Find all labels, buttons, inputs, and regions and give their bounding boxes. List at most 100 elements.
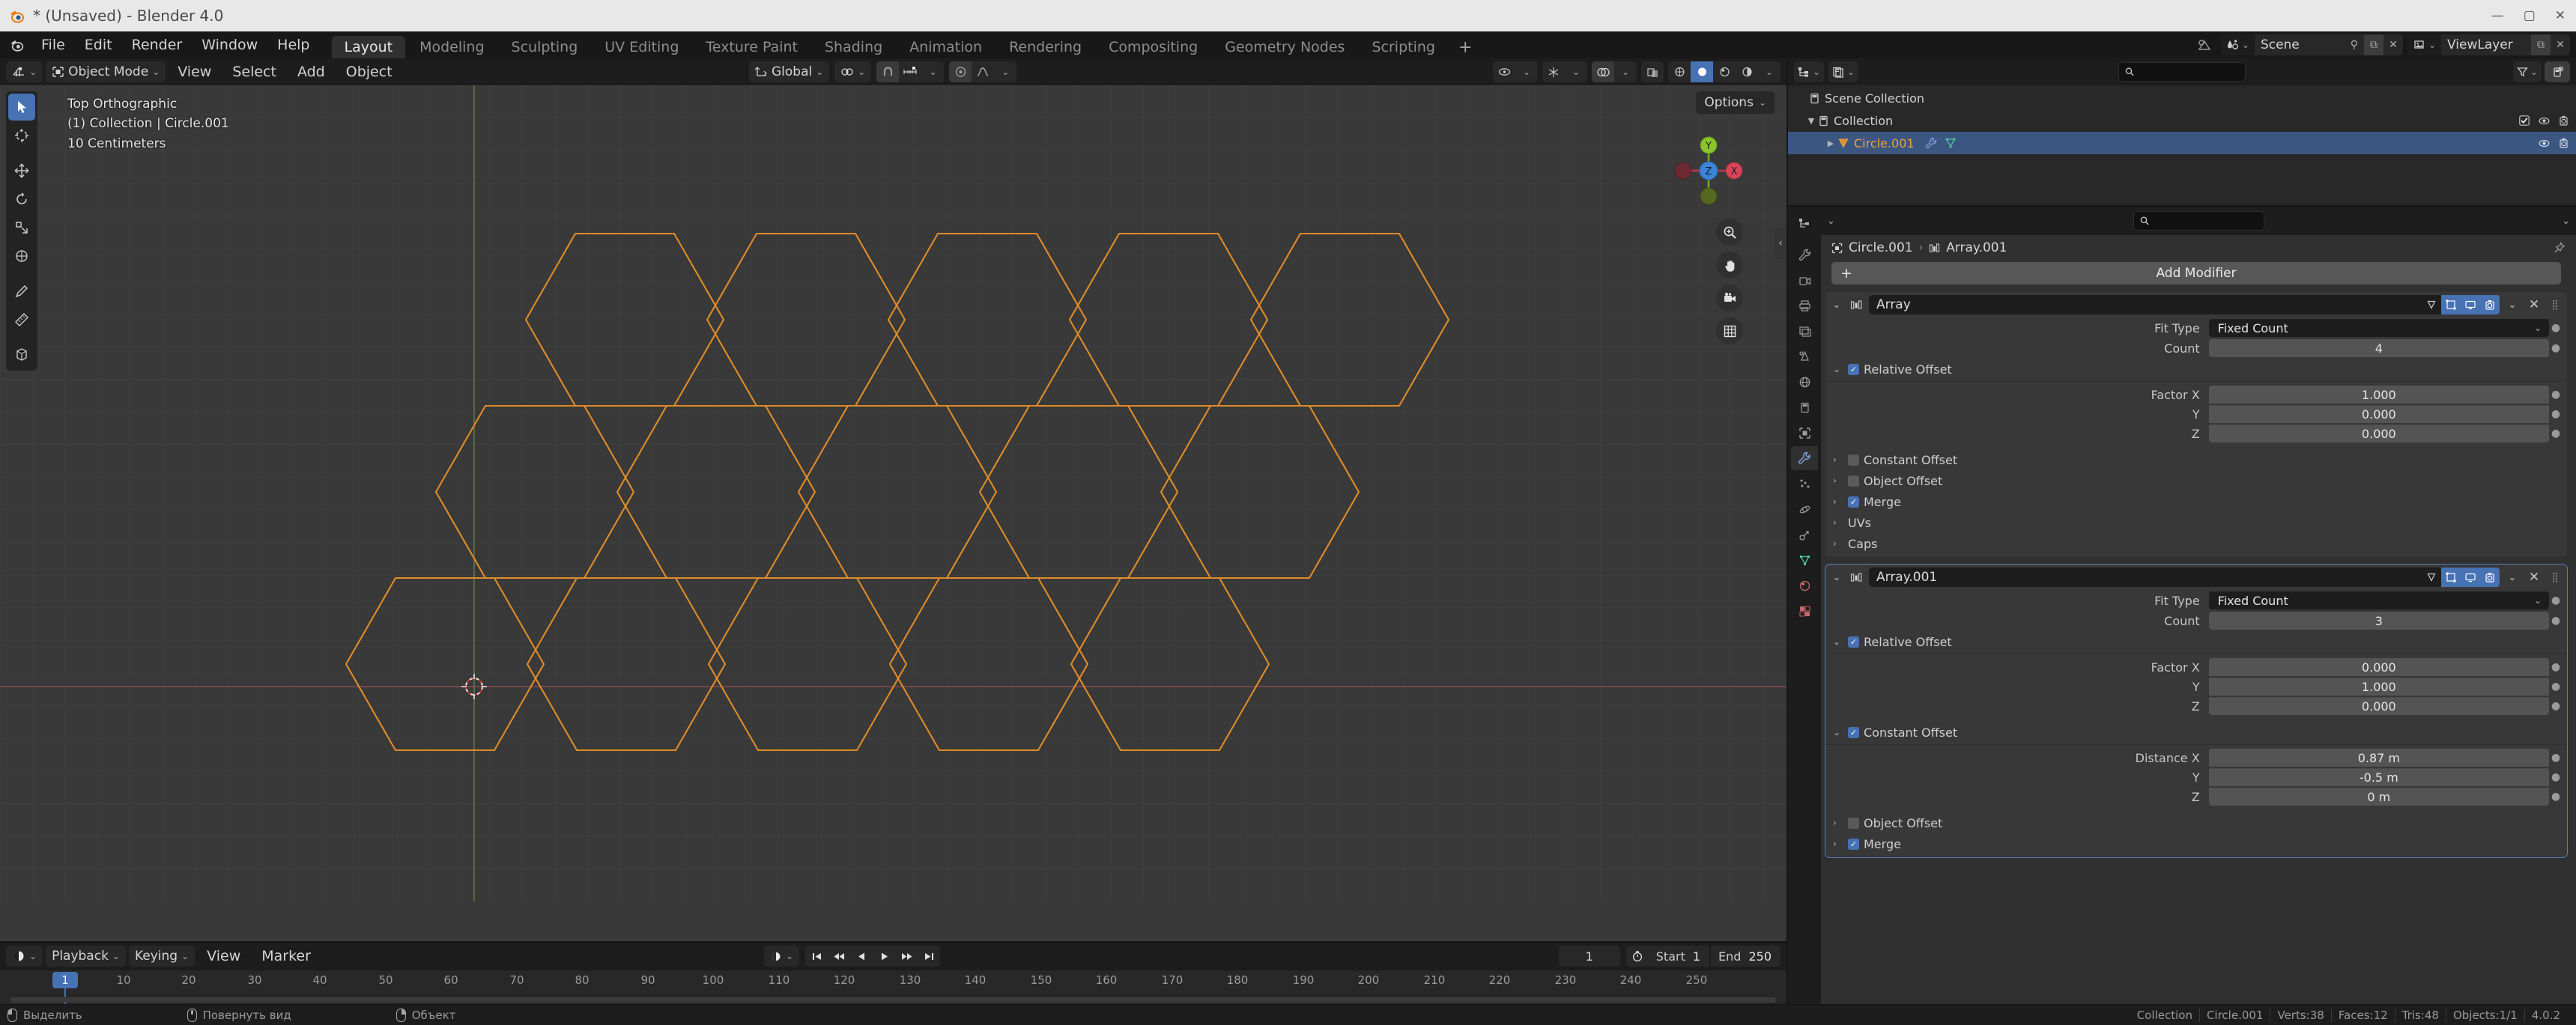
filter-funnel-icon[interactable]: ⌄ <box>2512 61 2542 82</box>
workspace-tab-geometry-nodes[interactable]: Geometry Nodes <box>1212 36 1357 58</box>
object-offset-checkbox[interactable] <box>1848 475 1859 487</box>
mesh-data-icon[interactable] <box>1945 137 1957 149</box>
modifier-extras-dropdown-icon[interactable]: ⌄ <box>2504 299 2521 311</box>
menu-render[interactable]: Render <box>122 31 193 58</box>
proportional-edit-icon[interactable] <box>949 61 972 82</box>
playback-transport[interactable] <box>805 946 941 967</box>
count-field-2[interactable]: 3 <box>2208 612 2549 630</box>
distance-y-animate-dot[interactable]: ● <box>2549 771 2563 783</box>
object-offset-checkbox-2[interactable] <box>1848 817 1859 829</box>
play-reverse-icon[interactable] <box>850 946 873 967</box>
constant-offset-checkbox[interactable] <box>1848 454 1859 466</box>
caps-expand-icon[interactable]: › <box>1833 538 1843 549</box>
uvs-expand-icon[interactable]: › <box>1833 517 1843 528</box>
modifier-expand-arrow-icon-2[interactable]: ⌄ <box>1830 572 1843 583</box>
factor-z-field-2[interactable]: 0.000 <box>2208 697 2549 715</box>
tool-icon[interactable] <box>1791 243 1818 267</box>
snap-dropdown-icon[interactable]: ⌄ <box>921 61 944 82</box>
realtime-toggle-2[interactable] <box>2461 568 2480 587</box>
overlays-group[interactable]: ⌄ <box>1592 61 1637 82</box>
workspace-tab-rendering[interactable]: Rendering <box>996 36 1094 58</box>
material-sphere-icon[interactable] <box>1791 574 1818 597</box>
modifier-name-field-array[interactable]: Array <box>1869 295 2447 314</box>
outliner-id-type-icon[interactable]: ⌄ <box>1828 61 1859 82</box>
start-value[interactable]: 1 <box>1691 949 1709 964</box>
timeline-ruler[interactable]: 10 20 30 40 50 60 70 80 90 100 110 120 1… <box>0 970 1786 1004</box>
constant-offset-expand-icon[interactable]: › <box>1833 454 1843 465</box>
visibility-dropdown-icon[interactable]: ⌄ <box>1515 61 1538 82</box>
rotate-tool[interactable] <box>8 186 35 213</box>
texture-checker-icon[interactable] <box>1791 599 1818 623</box>
timeline-menu-keying[interactable]: Keying ⌄ <box>128 946 196 967</box>
viewport-options-button[interactable]: Options ⌄ <box>1696 91 1775 114</box>
on-cage-toggle-2[interactable] <box>2422 568 2441 587</box>
scene-cone-icon[interactable] <box>1791 344 1818 368</box>
overlays-dropdown-icon[interactable]: ⌄ <box>1614 61 1637 82</box>
factor-y-animate-dot-2[interactable]: ● <box>2549 681 2563 693</box>
viewlayer-delete-icon[interactable]: ✕ <box>2551 34 2570 55</box>
workspace-tab-modeling[interactable]: Modeling <box>407 36 497 58</box>
modifier-drag-handle[interactable]: ⣿ <box>2548 299 2563 311</box>
viewlayer-selector[interactable]: ⌄ ViewLayer ⧉ ✕ <box>2407 34 2570 55</box>
constraint-icon[interactable] <box>1791 523 1818 547</box>
viewport-menu-view[interactable]: View <box>169 58 220 85</box>
fit-type-dropdown-2[interactable]: Fixed Count ⌄ <box>2208 591 2549 609</box>
wrench-icon[interactable] <box>1791 446 1818 470</box>
blender-menu-icon[interactable] <box>6 34 28 56</box>
next-keyframe-icon[interactable] <box>895 946 918 967</box>
modifier-extras-dropdown-icon-2[interactable]: ⌄ <box>2504 572 2521 583</box>
modifier-display-toggles-array-001[interactable] <box>2422 568 2500 587</box>
sidebar-toggle-arrow[interactable]: ‹ <box>1775 228 1786 259</box>
printer-icon[interactable] <box>1791 293 1818 317</box>
edit-mode-toggle-2[interactable] <box>2441 568 2461 587</box>
factor-y-animate-dot[interactable]: ● <box>2549 408 2563 420</box>
render-toggle[interactable] <box>2480 295 2500 314</box>
close-button[interactable]: ✕ <box>2555 9 2566 22</box>
properties-search-input[interactable] <box>2133 211 2264 231</box>
viewlayer-duplicate-icon[interactable]: ⧉ <box>2531 34 2551 55</box>
object-square-icon[interactable] <box>1791 421 1818 445</box>
timeline-menu-view[interactable]: View <box>198 943 249 970</box>
gizmo-group[interactable]: ⌄ <box>1542 61 1587 82</box>
camera-view-icon[interactable] <box>1716 285 1743 311</box>
maximize-button[interactable]: ▢ <box>2524 9 2536 22</box>
subpanel-merge-array-001[interactable]: › ✓ Merge <box>1825 833 2567 854</box>
collection-expand-arrow-icon[interactable]: ▼ <box>1804 116 1818 126</box>
breadcrumb-object-label[interactable]: Circle.001 <box>1849 240 1913 255</box>
gizmo-icon[interactable] <box>1542 61 1565 82</box>
factor-y-field-2[interactable]: 1.000 <box>2208 678 2549 696</box>
physics-orbit-icon[interactable] <box>1791 497 1818 521</box>
timeline-scrollbar[interactable] <box>10 997 1776 1003</box>
zoom-icon[interactable] <box>1716 219 1743 246</box>
modifier-delete-button[interactable]: ✕ <box>2525 297 2543 312</box>
factor-z-field[interactable]: 0.000 <box>2208 425 2549 442</box>
prev-keyframe-icon[interactable] <box>828 946 850 967</box>
collection-eye-icon[interactable] <box>2539 116 2550 126</box>
distance-x-animate-dot[interactable]: ● <box>2549 752 2563 764</box>
modifier-name-field-array-001[interactable]: Array.001 <box>1869 568 2447 587</box>
factor-x-animate-dot[interactable]: ● <box>2549 389 2563 401</box>
distance-x-field[interactable]: 0.87 m <box>2208 749 2549 767</box>
measure-tool[interactable] <box>8 306 35 333</box>
world-globe-icon[interactable] <box>1791 370 1818 394</box>
shading-wireframe-icon[interactable] <box>1668 61 1691 82</box>
toggle-ortho-grid-icon[interactable] <box>1716 317 1743 344</box>
properties-options-right-icon[interactable]: ⌄ <box>2562 216 2570 227</box>
factor-x-field-2[interactable]: 0.000 <box>2208 658 2549 676</box>
add-workspace-button[interactable]: + <box>1449 36 1481 58</box>
outliner-row-circle-001[interactable]: ▶ Circle.001 <box>1788 132 2576 154</box>
timeline-menu-playback[interactable]: Playback ⌄ <box>46 946 126 967</box>
shading-material-preview-icon[interactable] <box>1713 61 1736 82</box>
xray-toggle-group[interactable] <box>1641 61 1664 82</box>
count-animate-dot-2[interactable]: ● <box>2549 615 2563 627</box>
distance-y-field[interactable]: -0.5 m <box>2208 768 2549 786</box>
subpanel-merge-array[interactable]: › ✓ Merge <box>1825 491 2567 512</box>
workspace-tab-sculpting[interactable]: Sculpting <box>499 36 591 58</box>
relative-offset-expand-icon[interactable]: ⌄ <box>1833 364 1843 374</box>
factor-y-field[interactable]: 0.000 <box>2208 405 2549 423</box>
shading-modes-group[interactable]: ⌄ <box>1668 61 1781 82</box>
relative-offset-checkbox[interactable]: ✓ <box>1848 363 1859 375</box>
shading-dropdown-icon[interactable]: ⌄ <box>1758 61 1781 82</box>
pin-icon[interactable] <box>2554 242 2566 254</box>
constant-offset-checkbox-2[interactable]: ✓ <box>1848 726 1859 738</box>
